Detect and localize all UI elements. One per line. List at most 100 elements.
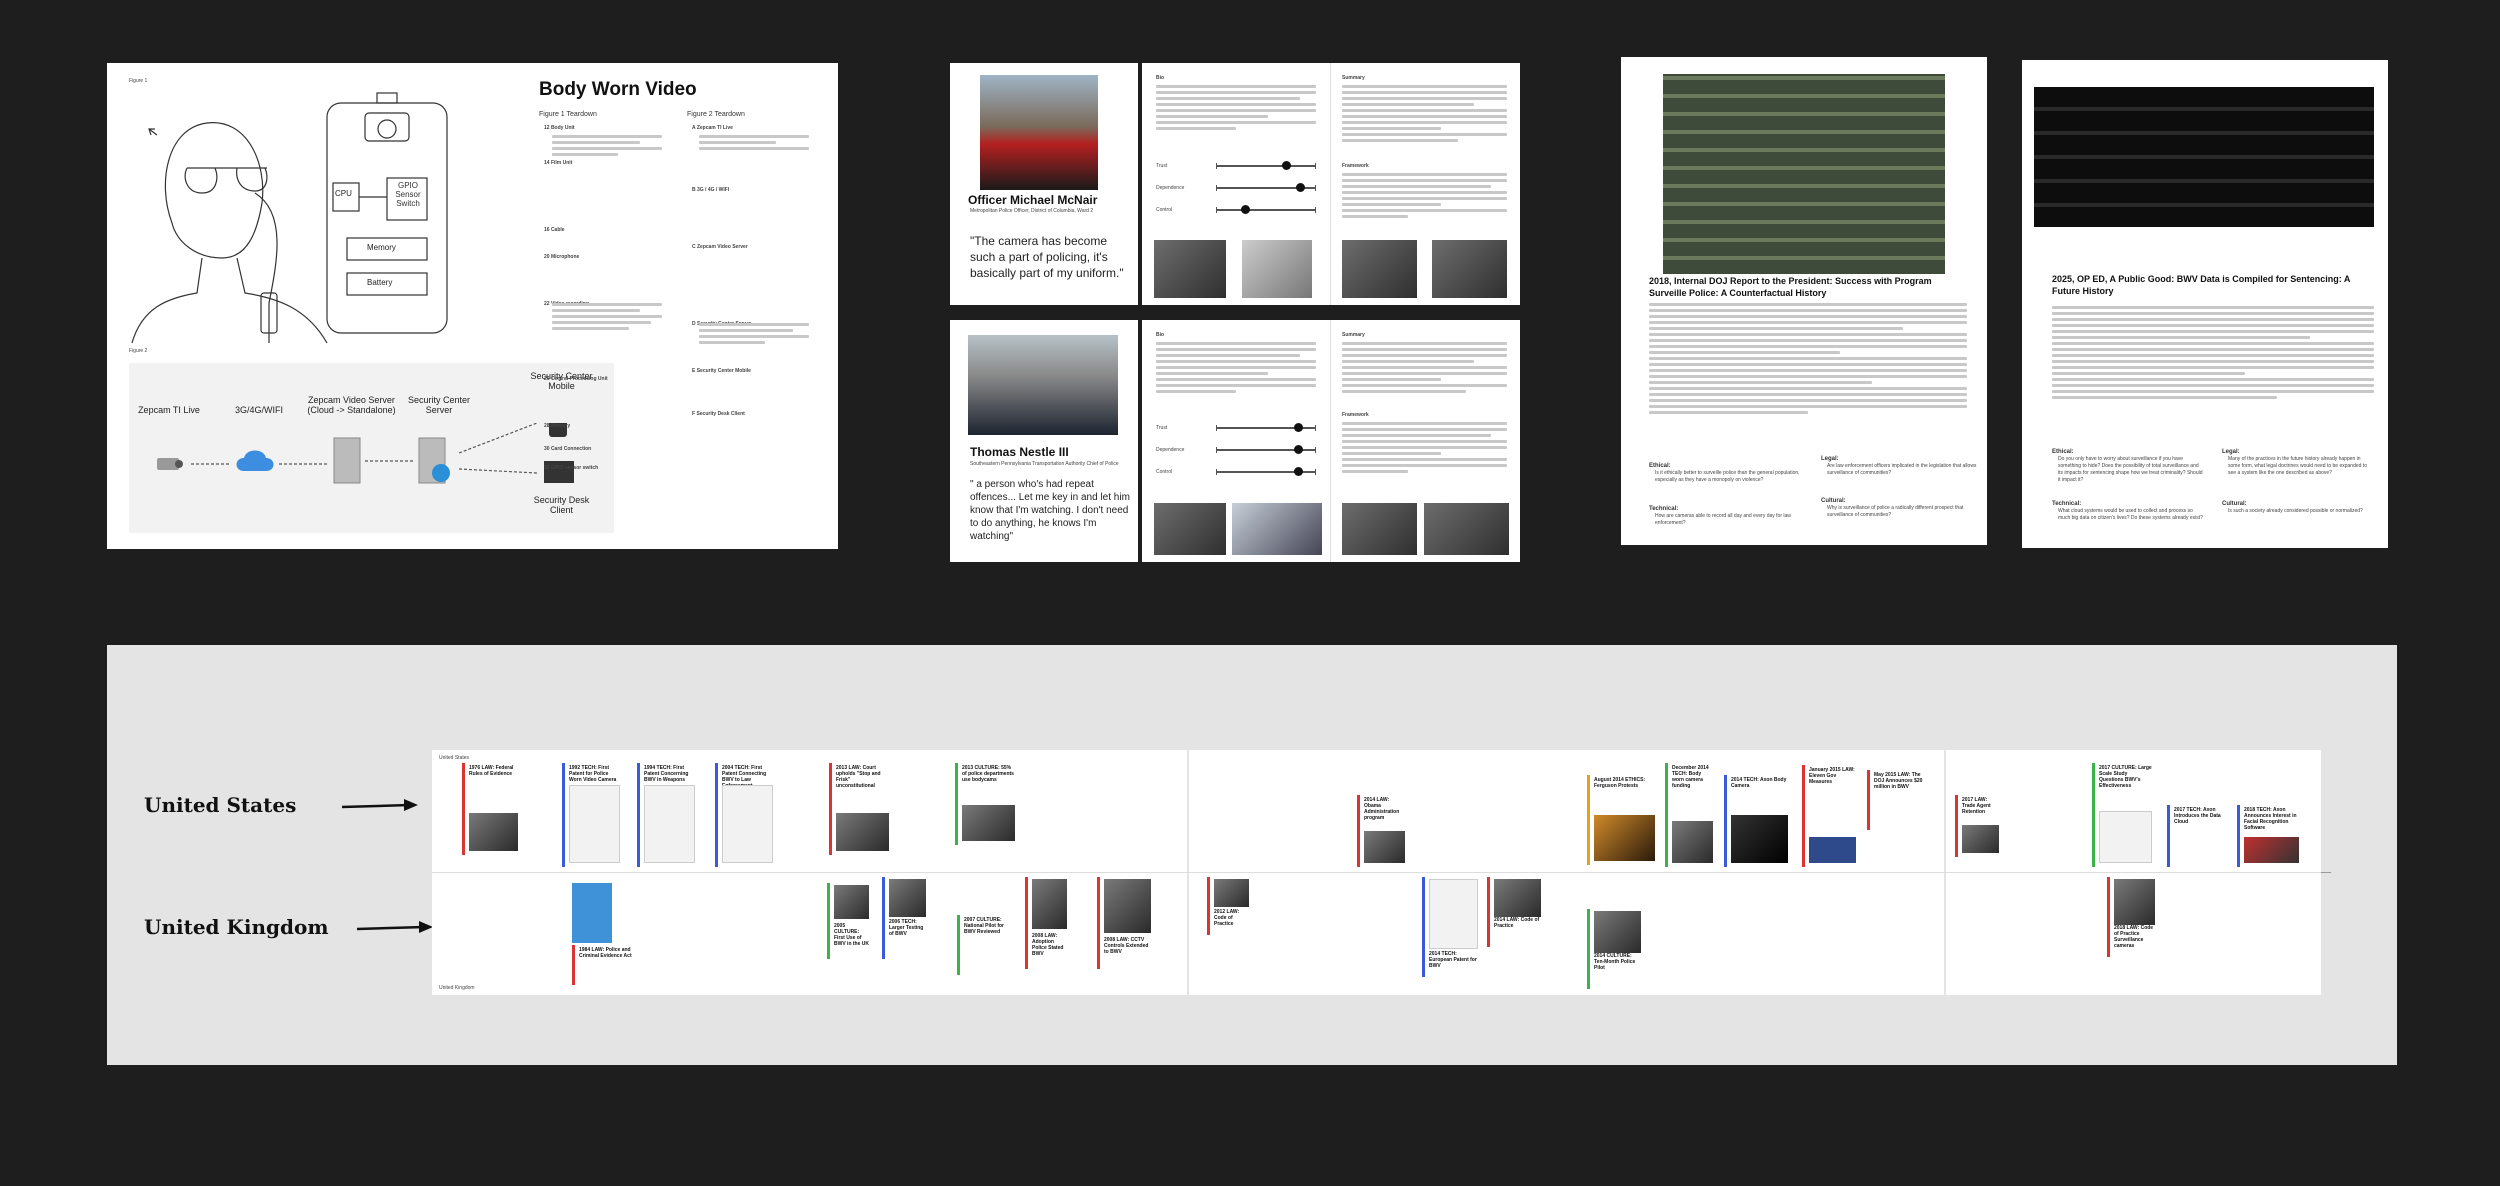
trust-slider[interactable] [1216,161,1316,171]
timeline-card-uk[interactable]: 2012 LAW: Code of Practice [1207,877,1253,935]
timeline-panel[interactable]: United States United Kingdom United Stat… [107,645,2397,1065]
col2-item: F Security Desk Client [692,411,745,417]
timeline-card-us[interactable]: 2017 TECH: Axon Introduces the Data Clou… [2167,805,2227,867]
col1-item: 20 Microphone [544,254,580,260]
timeline-card-us[interactable]: 2004 TECH: First Patent Connecting BWV t… [715,763,777,867]
timeline-card-us[interactable]: 1994 TECH: First Patent Concerning BWV i… [637,763,699,867]
doj-cultural-label: Cultural: [1821,498,1846,504]
board-mcnair-details[interactable]: Bio Trust Dependence Control Summary Fra… [1142,63,1520,305]
nestle-bio-text [1156,342,1316,396]
oped-legal-text: Many of the practices in the future hist… [2228,456,2367,476]
timeline-card-us[interactable]: August 2014 ETHICS: Ferguson Protests [1587,775,1659,865]
col1-item: 32 GPIO sensor switch [544,465,599,471]
board-oped[interactable]: 2025, OP ED, A Public Good: BWV Data is … [2022,60,2388,548]
oped-cultural-text: Is such a society already considered pos… [2228,508,2363,514]
timeline-card-uk[interactable]: 2014 TECH: European Patent for BWV [1422,877,1482,977]
mcnair-photo-4 [1342,240,1417,298]
timeline-card-us[interactable]: May 2015 LAW: The DOJ Announces $20 mill… [1867,770,1933,830]
timeline-card-uk[interactable]: 2014 LAW: Code of Practice [1487,877,1545,947]
oped-technical-label: Technical: [2052,501,2082,507]
dependence-slider[interactable] [1216,445,1316,455]
timeline-card-uk[interactable]: 1984 LAW: Police and Criminal Evidence A… [572,945,637,985]
timeline-card-uk[interactable]: 2007 CULTURE: National Pilot for BWV Rev… [957,915,1019,975]
oped-photo [2034,87,2374,227]
slider-label-dependence: Dependence [1156,447,1185,453]
board-nestle-details[interactable]: Bio Trust Dependence Control Summary Fra… [1142,320,1520,562]
doj-legal-text: Are law enforcement officers implicated … [1827,463,1977,476]
col1-item: 14 Film Unit [544,160,573,166]
arrow-us-icon [342,799,418,811]
timeline-card-uk[interactable]: 2006 TECH: Larger Testing of BWV [882,877,930,959]
dependence-slider[interactable] [1216,183,1316,193]
network-diagram: Zepcam TI Live 3G/4G/WIFI Zepcam Video S… [129,363,614,533]
timeline-card-us[interactable]: 1976 LAW: Federal Rules of Evidence [462,763,522,855]
bodycam-title: Body Worn Video [539,79,697,100]
arrow-uk-icon [357,921,433,933]
board-doj-report[interactable]: 2018, Internal DOJ Report to the Preside… [1621,57,1987,545]
board-nestle-portrait[interactable]: Thomas Nestle III Southeastern Pennsylva… [950,320,1138,562]
corner-uk: United Kingdom [439,985,475,991]
control-slider[interactable] [1216,205,1316,215]
control-slider[interactable] [1216,467,1316,477]
col2-item: E Security Center Mobile [692,368,751,374]
oped-legal-label: Legal: [2222,449,2240,455]
mcnair-photo-5 [1432,240,1507,298]
nestle-name: Thomas Nestle III [970,445,1069,459]
doj-ethical-label: Ethical: [1649,463,1671,469]
nestle-photo-5 [1424,503,1509,555]
col1-items: 12 Body Unit 14 Film Unit 16 Cable 20 Mi… [544,125,669,472]
nestle-photo-2 [1154,503,1226,555]
board-body-worn-video[interactable]: Figure 1 CPU GPIO Sensor Switch Memory B… [107,63,838,549]
oped-cultural-label: Cultural: [2222,501,2247,507]
gpio-label: GPIO Sensor Switch [395,181,421,208]
doj-technical-text: How are cameras able to record all day a… [1655,513,1791,526]
fig2-videoserver-label: Zepcam Video Server (Cloud -> Standalone… [307,395,396,415]
col1-item: 30 Card Connection [544,446,592,452]
timeline-card-us[interactable]: 2017 CULTURE: Large Scale Study Question… [2092,763,2156,867]
col2-title: Figure 2 Teardown [687,111,745,118]
col2-item: C Zepcam Video Server [692,244,748,250]
col2-body-text [699,135,809,153]
timeline-card-us[interactable]: 2013 CULTURE: 55% of police departments … [955,763,1019,845]
doj-body-text [1649,303,1967,417]
oped-ethical-label: Ethical: [2052,449,2074,455]
timeline-card-us[interactable]: 2017 LAW: Trade Agent Retention [1955,795,2003,857]
board-mcnair-portrait[interactable]: Officer Michael McNair Metropolitan Poli… [950,63,1138,305]
nestle-photo [968,335,1118,435]
timeline-card-uk[interactable]: 2014 CULTURE: Ten-Month Police Pilot [1587,909,1645,989]
nestle-summary-label: Summary [1342,332,1365,338]
timeline-card-uk[interactable]: 2005 CULTURE: First Use of BWV in the UK [827,883,873,959]
mcnair-quote: "The camera has become such a part of po… [970,234,1124,280]
col1-item: 12 Body Unit [544,125,575,131]
oped-technical-text: What cloud systems would be used to coll… [2058,508,2203,521]
fig2-centerserver-label: Security Center Server [407,395,471,415]
timeline-card-us[interactable]: 2014 TECH: Axon Body Camera [1724,775,1792,867]
timeline-card-uk[interactable]: 2018 LAW: Code of Practice Surveillance … [2107,877,2159,957]
mcnair-photo-2 [1154,240,1226,298]
fig2-live-label: Zepcam TI Live [138,405,200,415]
col1-item: 16 Cable [544,227,565,233]
timeline-card-us[interactable]: 2014 LAW: Obama Administration program [1357,795,1409,867]
trust-slider[interactable] [1216,423,1316,433]
timeline-card-us[interactable]: 1992 TECH: First Patent for Police Worn … [562,763,624,867]
network-devices [157,423,574,484]
col2-items: A Zepcam TI Live B 3G / 4G / WIFI C Zepc… [692,125,817,418]
nestle-quote: " a person who's had repeat offences... … [970,479,1130,542]
mcnair-photo [980,75,1098,190]
timeline-card-uk[interactable]: 2008 LAW: CCTV Controls Extended to BWV [1097,877,1155,969]
timeline-card-us[interactable]: 2013 LAW: Court upholds "Stop and Frisk"… [829,763,893,855]
timeline-card-us[interactable]: 2018 TECH: Axon Announces Interest in Fa… [2237,805,2303,867]
mcnair-photo-3 [1242,240,1312,298]
uk-pace-cover [572,883,612,943]
oped-body-text [2052,306,2374,402]
timeline-card-uk[interactable]: 2008 LAW: Adoption Police Stated BWV [1025,877,1071,969]
doj-photo [1663,74,1945,274]
col2-body-text [699,323,809,347]
nestle-summary-text [1342,342,1507,396]
timeline-card-us[interactable]: January 2015 LAW: Eleven Gov Measures [1802,765,1860,867]
corner-us: United States [439,755,470,761]
doj-legal-label: Legal: [1821,456,1839,462]
doj-title: 2018, Internal DOJ Report to the Preside… [1649,276,1932,298]
timeline-card-us[interactable]: December 2014 TECH: Body worn camera fun… [1665,763,1717,867]
figure2-label: Figure 2 [129,348,148,354]
